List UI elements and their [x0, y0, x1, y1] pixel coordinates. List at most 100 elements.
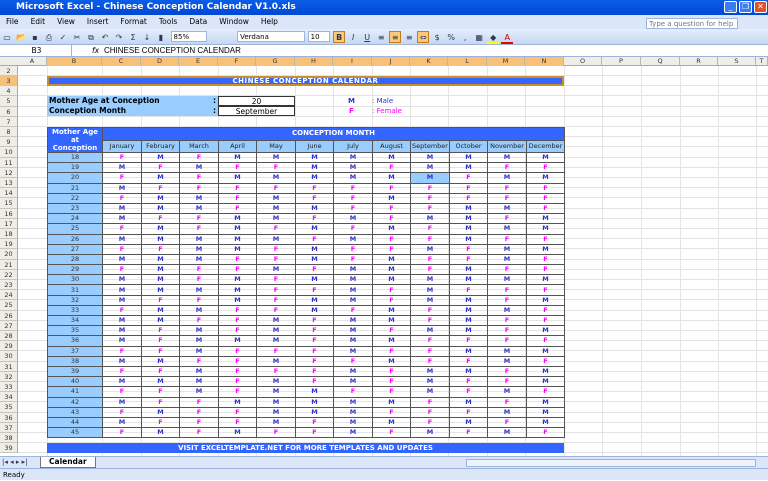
- female-cell[interactable]: F: [179, 416, 219, 429]
- menu-window[interactable]: Window: [213, 15, 255, 29]
- female-cell[interactable]: F: [102, 151, 142, 164]
- male-cell[interactable]: M: [333, 233, 373, 245]
- male-cell[interactable]: M: [256, 151, 296, 164]
- female-cell[interactable]: F: [179, 264, 219, 276]
- male-cell[interactable]: M: [526, 365, 565, 378]
- male-cell[interactable]: M: [102, 355, 142, 367]
- copy-icon[interactable]: ⧉: [85, 32, 97, 44]
- female-cell[interactable]: F: [410, 233, 450, 245]
- row-header-4[interactable]: 4: [0, 86, 18, 97]
- male-cell[interactable]: M: [295, 304, 334, 317]
- female-cell[interactable]: F: [333, 304, 373, 317]
- male-cell[interactable]: M: [218, 294, 257, 306]
- male-cell[interactable]: M: [449, 396, 488, 408]
- male-cell[interactable]: M: [333, 345, 373, 357]
- zoom-select[interactable]: 85%: [170, 31, 207, 42]
- female-cell[interactable]: F: [449, 192, 488, 204]
- female-cell[interactable]: F: [526, 192, 565, 204]
- female-cell[interactable]: F: [526, 233, 565, 245]
- female-cell[interactable]: F: [256, 284, 296, 296]
- female-cell[interactable]: F: [218, 386, 257, 398]
- female-cell[interactable]: F: [179, 314, 219, 327]
- male-cell[interactable]: M: [449, 304, 488, 317]
- male-cell[interactable]: M: [449, 223, 488, 235]
- spellcheck-icon[interactable]: ✓: [57, 32, 69, 44]
- female-cell[interactable]: F: [295, 335, 334, 347]
- male-cell[interactable]: M: [333, 406, 373, 418]
- male-cell[interactable]: M: [449, 213, 488, 225]
- age-cell[interactable]: 43: [47, 406, 103, 418]
- female-cell[interactable]: F: [141, 345, 180, 357]
- row-header-10[interactable]: 10: [0, 147, 18, 158]
- male-cell[interactable]: M: [449, 274, 488, 286]
- row-header-39[interactable]: 39: [0, 443, 18, 454]
- male-cell[interactable]: M: [141, 223, 180, 235]
- tab-scroll-icons[interactable]: |◂ ◂ ▸ ▸|: [2, 458, 27, 466]
- menu-data[interactable]: Data: [183, 15, 213, 29]
- female-cell[interactable]: F: [487, 182, 527, 194]
- age-cell[interactable]: 40: [47, 376, 103, 388]
- female-cell[interactable]: F: [218, 304, 257, 317]
- male-cell[interactable]: M: [487, 386, 527, 398]
- age-cell[interactable]: 41: [47, 386, 103, 398]
- male-cell[interactable]: M: [102, 202, 142, 215]
- male-cell[interactable]: M: [526, 406, 565, 418]
- female-cell[interactable]: F: [526, 304, 565, 317]
- column-header-s[interactable]: S: [718, 57, 756, 66]
- female-cell[interactable]: F: [487, 213, 527, 225]
- male-cell[interactable]: M: [487, 345, 527, 357]
- female-cell[interactable]: F: [256, 253, 296, 266]
- male-cell[interactable]: M: [179, 162, 219, 174]
- column-header-m[interactable]: M: [487, 57, 525, 66]
- female-cell[interactable]: F: [410, 396, 450, 408]
- female-cell[interactable]: F: [179, 396, 219, 408]
- female-cell[interactable]: F: [141, 294, 180, 306]
- female-cell[interactable]: F: [526, 314, 565, 327]
- male-cell[interactable]: M: [218, 213, 257, 225]
- female-cell[interactable]: F: [179, 355, 219, 367]
- female-cell[interactable]: F: [487, 325, 527, 337]
- female-cell[interactable]: F: [449, 427, 488, 439]
- male-cell[interactable]: M: [372, 151, 411, 164]
- male-cell[interactable]: M: [141, 151, 180, 164]
- age-cell[interactable]: 27: [47, 243, 103, 255]
- male-cell[interactable]: M: [295, 202, 334, 215]
- male-cell[interactable]: M: [102, 274, 142, 286]
- female-cell[interactable]: F: [179, 223, 219, 235]
- male-cell[interactable]: M: [487, 223, 527, 235]
- row-header-24[interactable]: 24: [0, 290, 18, 301]
- male-cell[interactable]: M: [179, 304, 219, 317]
- male-cell[interactable]: M: [179, 233, 219, 245]
- male-cell[interactable]: M: [410, 162, 450, 174]
- row-header-22[interactable]: 22: [0, 269, 18, 280]
- male-cell[interactable]: M: [410, 386, 450, 398]
- female-cell[interactable]: F: [102, 345, 142, 357]
- female-cell[interactable]: F: [410, 406, 450, 418]
- column-header-n[interactable]: N: [525, 57, 564, 66]
- female-cell[interactable]: F: [102, 172, 142, 184]
- female-cell[interactable]: F: [218, 376, 257, 388]
- new-icon[interactable]: ▭: [1, 32, 13, 44]
- female-cell[interactable]: F: [295, 427, 334, 439]
- female-cell[interactable]: F: [333, 223, 373, 235]
- row-header-27[interactable]: 27: [0, 320, 18, 331]
- female-cell[interactable]: F: [410, 314, 450, 327]
- male-cell[interactable]: M: [102, 182, 142, 194]
- female-cell[interactable]: F: [218, 264, 257, 276]
- female-cell[interactable]: F: [256, 182, 296, 194]
- female-cell[interactable]: F: [102, 365, 142, 378]
- female-cell[interactable]: F: [179, 172, 219, 184]
- age-cell[interactable]: 19: [47, 162, 103, 174]
- female-cell[interactable]: F: [526, 202, 565, 215]
- female-cell[interactable]: F: [410, 182, 450, 194]
- male-cell[interactable]: M: [410, 172, 450, 184]
- female-cell[interactable]: F: [256, 294, 296, 306]
- female-cell[interactable]: F: [295, 345, 334, 357]
- male-cell[interactable]: M: [141, 202, 180, 215]
- male-cell[interactable]: M: [218, 335, 257, 347]
- female-cell[interactable]: F: [449, 253, 488, 266]
- male-cell[interactable]: M: [372, 172, 411, 184]
- male-cell[interactable]: M: [256, 386, 296, 398]
- age-cell[interactable]: 28: [47, 253, 103, 266]
- font-size-select[interactable]: 10: [307, 31, 330, 42]
